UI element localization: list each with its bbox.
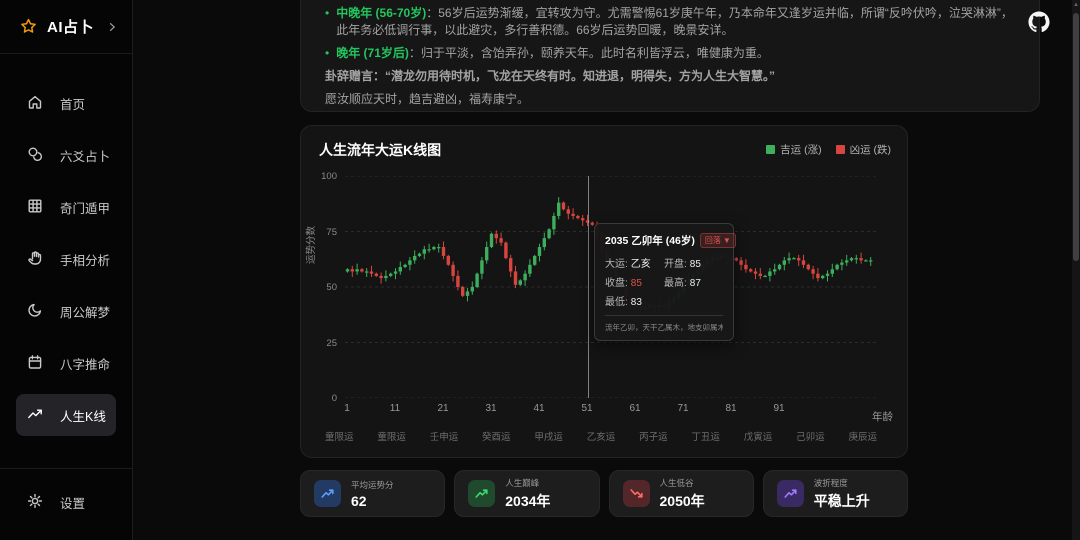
dayun-label: 童限运 [377, 432, 406, 443]
kline-chart-card: 人生流年大运K线图 吉运 (涨) 凶运 (跌) 运势分数 年龄 童限运 童限运 壬申运… [300, 125, 908, 458]
calendar-icon [27, 354, 43, 373]
main-content: • 中晚年 (56-70岁)：56岁后运势渐缓，宜转攻为守。尤需警惕61岁庚午年… [134, 0, 1080, 540]
tooltip-title: 2035 乙卯年 (46岁) [605, 235, 695, 247]
dayun-label: 丁丑运 [691, 432, 720, 443]
y-tick-label: 50 [326, 282, 337, 293]
chart-legend: 吉运 (涨) 凶运 (跌) [766, 142, 891, 157]
y-tick-label: 0 [331, 393, 337, 404]
quote-text: “潜龙勿用待时机，飞龙在天终有时。知进退，明得失，方为人生大智慧。” [385, 69, 776, 83]
dayun-label: 丙子运 [639, 432, 668, 443]
hexagram-quote: 卦辞赠言：“潜龙勿用待时机，飞龙在天终有时。知进退，明得失，方为人生大智慧。” [325, 68, 1015, 85]
star-icon [21, 18, 36, 33]
dayun-labels-row: 童限运 童限运 壬申运 癸酉运 甲戌运 乙亥运 丙子运 丁丑运 戊寅运 己卯运 庚辰运 [325, 429, 877, 443]
x-tick-label: 51 [581, 403, 593, 414]
reading-bullet-mid-late: • 中晚年 (56-70岁)：56岁后运势渐缓，宜转攻为守。尤需警惕61岁庚午年… [325, 5, 1015, 39]
sidebar-item-dream[interactable]: 周公解梦 [16, 290, 116, 332]
sidebar-item-settings[interactable]: 设置 [16, 482, 116, 522]
farewell-text: 愿汝顺应天时，趋吉避凶，福寿康宁。 [325, 92, 530, 106]
x-tick-label: 31 [485, 403, 497, 414]
grid-icon [27, 198, 43, 217]
gear-icon [27, 493, 43, 512]
dayun-label: 壬申运 [429, 432, 459, 443]
app-title: AI占卜 [47, 19, 95, 36]
bullet-text: ：56岁后运势渐缓，宜转攻为守。尤需警惕61岁庚午年，乃本命年又逢岁运并临，所谓… [336, 6, 1013, 37]
reading-card: • 中晚年 (56-70岁)：56岁后运势渐缓，宜转攻为守。尤需警惕61岁庚午年… [300, 0, 1040, 112]
down-arrow-icon: ▼ [722, 236, 731, 245]
scroll-up-arrow[interactable]: ▲ [1073, 2, 1079, 8]
x-tick-label: 21 [437, 403, 449, 414]
y-tick-label: 25 [326, 337, 337, 349]
settings-label: 设置 [60, 496, 86, 511]
sidebar-divider [0, 468, 132, 469]
tooltip-field-low: 最低: 83 [605, 297, 642, 308]
x-tick-label: 91 [773, 403, 785, 414]
trend-up-icon [776, 480, 804, 507]
legend-item-1[interactable]: 凶运 (跌) [835, 142, 891, 157]
dayun-label: 童限运 [325, 432, 354, 443]
crosshair-line [588, 176, 589, 398]
trend-up-icon [468, 480, 496, 507]
stats-row: 平均运势分 62 人生巅峰 2034年 人生低谷 2050年 波折程度 平稳上升 [300, 470, 908, 517]
quote-label: 卦辞赠言： [325, 69, 386, 83]
tooltip-badge: 回落 ▼ [699, 233, 736, 248]
sidebar-nav: 首页六爻占卜奇门遁甲手相分析周公解梦八字推命人生K线 [0, 72, 132, 436]
x-tick-label: 71 [677, 403, 689, 414]
home-icon [27, 94, 43, 113]
chart-tooltip: 2035 乙卯年 (46岁) 回落 ▼ 大运: 乙亥 开盘: 85 收盘: 85 最高:… [594, 223, 736, 341]
chart-title: 人生流年大运K线图 [319, 142, 442, 158]
dayun-label: 甲戌运 [534, 432, 563, 443]
stat-card-3: 波折程度 平稳上升 [762, 470, 908, 517]
dayun-label: 乙亥运 [586, 432, 616, 443]
sidebar-item-palm[interactable]: 手相分析 [16, 238, 116, 280]
stat-card-2: 人生低谷 2050年 [608, 470, 754, 517]
tooltip-footer: 流年乙卯，天干乙属木，地支卯属木，顺畅 [605, 315, 723, 333]
sidebar-item-qimen[interactable]: 奇门遁甲 [16, 186, 116, 228]
y-tick-label: 100 [321, 171, 337, 182]
dayun-label: 癸酉运 [482, 432, 511, 443]
stat-card-1: 人生巅峰 2034年 [454, 470, 600, 517]
dayun-label: 己卯运 [796, 432, 825, 443]
moon-icon [27, 302, 43, 321]
bullet-dot: • [325, 6, 330, 20]
trend-down-icon [622, 480, 650, 507]
trend-up-icon [314, 480, 341, 507]
github-icon [1028, 11, 1050, 33]
x-tick-label: 61 [629, 403, 641, 414]
x-axis-name: 年龄 [872, 411, 893, 423]
x-tick-label: 1 [344, 403, 350, 414]
bullet-title: 中晚年 (56-70岁) [336, 6, 427, 20]
sidebar-item-home[interactable]: 首页 [16, 82, 116, 124]
reading-bullet-late: • 晚年 (71岁后)：归于平淡，含饴弄孙，颐养天年。此时名利皆浮云，唯健康为重… [325, 45, 1015, 62]
chevron-right-icon[interactable] [106, 21, 118, 33]
scrollbar-thumb[interactable] [1073, 13, 1079, 261]
hand-icon [27, 250, 43, 269]
x-tick-label: 41 [533, 403, 545, 414]
scrollbar-track[interactable]: ▲ [1072, 0, 1080, 540]
bullet-dot: • [325, 46, 330, 60]
bullet-text: ：归于平淡，含饴弄孙，颐养天年。此时名利皆浮云，唯健康为重。 [408, 46, 769, 60]
dayun-label: 庚辰运 [848, 432, 877, 443]
tooltip-field-dayun: 大运: 乙亥 [605, 259, 651, 270]
sidebar-item-liuyao[interactable]: 六爻占卜 [16, 134, 116, 176]
github-link[interactable] [1028, 11, 1050, 33]
sidebar-item-life-kline[interactable]: 人生K线 [16, 394, 116, 436]
app-window: AI占卜 首页六爻占卜奇门遁甲手相分析周公解梦八字推命人生K线 设置 • 中晚年… [0, 0, 1080, 540]
app-logo[interactable]: AI占卜 [0, 0, 132, 54]
dayun-label: 戊寅运 [743, 432, 773, 443]
stat-card-0: 平均运势分 62 [300, 470, 446, 517]
bullet-title: 晚年 (71岁后) [336, 46, 409, 60]
sidebar: AI占卜 首页六爻占卜奇门遁甲手相分析周公解梦八字推命人生K线 设置 [0, 0, 133, 540]
coins-icon [27, 146, 43, 165]
legend-item-0[interactable]: 吉运 (涨) [766, 142, 822, 157]
sidebar-item-bazi[interactable]: 八字推命 [16, 342, 116, 384]
y-tick-label: 75 [326, 226, 337, 238]
x-tick-label: 81 [725, 403, 737, 414]
trend-icon [27, 406, 43, 425]
tooltip-field-high: 最高: 87 [664, 278, 701, 289]
tooltip-field-open: 开盘: 85 [664, 259, 701, 270]
tooltip-field-close: 收盘: 85 [605, 278, 642, 289]
x-tick-label: 11 [389, 403, 401, 414]
